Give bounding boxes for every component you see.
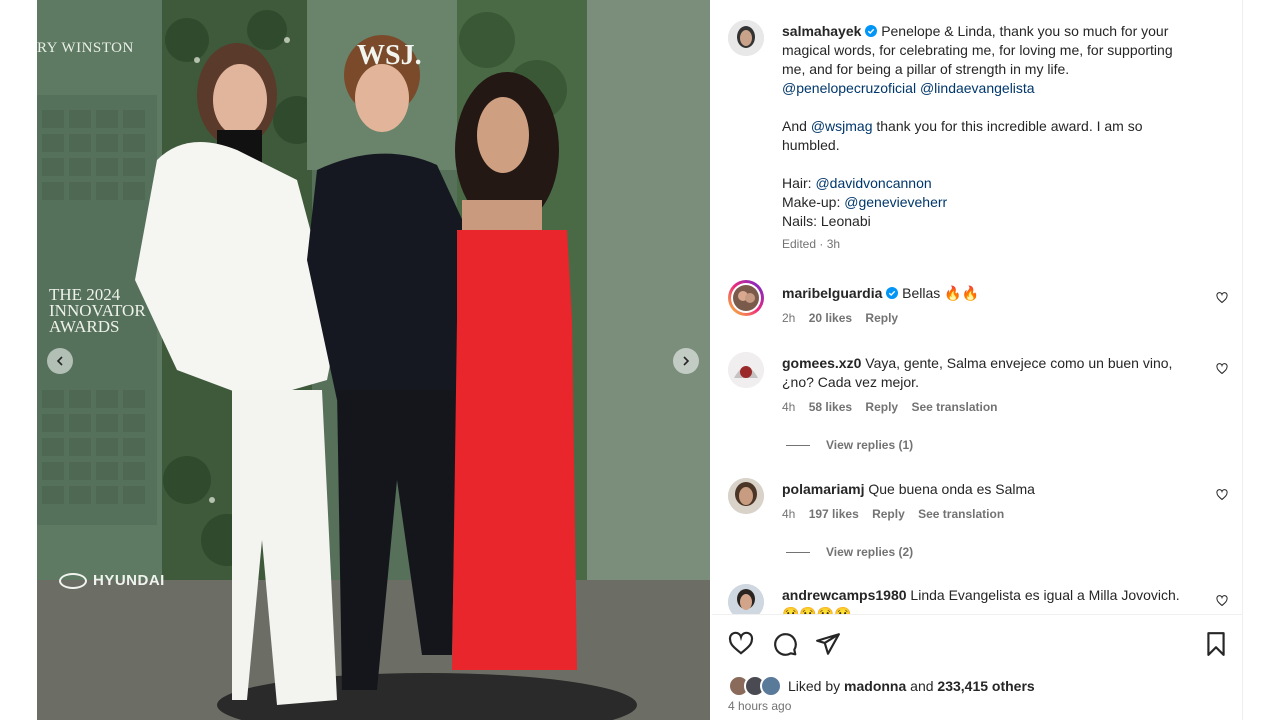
mention-penelope[interactable]: @penelopecruzoficial: [782, 80, 916, 96]
caption-line-2: magical words, for celebrating me, for l…: [782, 42, 1173, 58]
makeup-label: Make-up:: [782, 194, 841, 210]
liker-avatars: [728, 675, 782, 697]
comment-time: 2h: [782, 311, 796, 325]
photo-wsj: WSJ.: [357, 40, 422, 71]
comment-avatar[interactable]: [728, 478, 764, 514]
post-actions-bar: Liked by madonna and 233,415 others 4 ho…: [712, 614, 1242, 721]
comment-username[interactable]: maribelguardia: [782, 285, 882, 301]
liked-by-user[interactable]: madonna: [844, 678, 906, 694]
comment-meta: 4h 197 likes Reply See translation: [782, 507, 1014, 521]
mention-wsjmag[interactable]: @wsjmag: [811, 118, 873, 134]
caption-line-1: Penelope & Linda, thank you so much for …: [881, 23, 1169, 39]
comment-likes[interactable]: 197 likes: [809, 507, 859, 521]
mention-hair[interactable]: @davidvoncannon: [815, 175, 931, 191]
author-avatar[interactable]: [728, 20, 764, 56]
like-heart-icon[interactable]: [728, 631, 754, 657]
likes-count[interactable]: 233,415 others: [937, 678, 1034, 694]
thanks-line-2: humbled.: [782, 137, 840, 153]
comment-text-line-2: ¿no? Cada vez mejor.: [782, 374, 919, 390]
comment-row: gomees.xz0 Vaya, gente, Salma envejece c…: [782, 354, 1202, 392]
comment-text: Que buena onda es Salma: [868, 481, 1035, 497]
comment-avatar[interactable]: [728, 584, 764, 614]
edited-timestamp: Edited · 3h: [782, 237, 841, 251]
view-replies-button[interactable]: View replies (2): [786, 545, 913, 559]
share-send-icon[interactable]: [815, 631, 841, 657]
sponsor-text: HYUNDAI: [93, 572, 165, 589]
comment-text: Linda Evangelista es igual a Milla Jovov…: [910, 587, 1180, 603]
comment-username[interactable]: polamariamj: [782, 481, 864, 497]
panel-right-border: [1242, 0, 1243, 720]
event-photo-illustration: [37, 0, 710, 720]
comment-like-icon[interactable]: [1216, 363, 1228, 375]
post-photo: RY WINSTON THE 2024 INNOVATOR AWARDS HYU…: [37, 0, 710, 720]
comment-avatar[interactable]: [728, 352, 764, 388]
comment-meta: 2h 20 likes Reply: [782, 311, 908, 325]
comment-row: andrewcamps1980 Linda Evangelista es igu…: [782, 586, 1212, 614]
reply-button[interactable]: Reply: [865, 400, 898, 414]
comment-username[interactable]: andrewcamps1980: [782, 587, 907, 603]
photo-sponsor: HYUNDAI: [59, 572, 165, 589]
hyundai-logo-icon: [59, 572, 87, 589]
comment-bubble-icon[interactable]: [772, 631, 798, 657]
view-replies-button[interactable]: View replies (1): [786, 438, 913, 452]
comments-scroll[interactable]: salmahayek Penelope & Linda, thank you s…: [712, 0, 1242, 614]
comment-row: polamariamj Que buena onda es Salma: [782, 480, 1202, 499]
see-translation-button[interactable]: See translation: [911, 400, 997, 414]
thanks-line-1: thank you for this incredible award. I a…: [876, 118, 1143, 134]
comment-like-icon[interactable]: [1216, 292, 1228, 304]
verified-badge-icon: [865, 25, 878, 37]
post-caption: salmahayek Penelope & Linda, thank you s…: [782, 22, 1222, 254]
photo-brand-top: RY WINSTON: [37, 40, 134, 56]
see-translation-button[interactable]: See translation: [918, 507, 1004, 521]
view-replies-label: View replies (2): [826, 545, 914, 559]
liker-avatar: [760, 675, 782, 697]
reply-button[interactable]: Reply: [865, 311, 898, 325]
chevron-left-icon: [56, 356, 63, 366]
reply-button[interactable]: Reply: [872, 507, 905, 521]
comment-time: 4h: [782, 400, 796, 414]
next-photo-button[interactable]: [673, 348, 699, 374]
replies-divider: [786, 552, 810, 554]
liked-and: and: [910, 678, 934, 694]
likes-summary[interactable]: Liked by madonna and 233,415 others: [728, 675, 1035, 697]
mention-makeup[interactable]: @genevieveherr: [844, 194, 947, 210]
comment-text: Vaya, gente, Salma envejece como un buen…: [865, 355, 1173, 371]
photo-awards: THE 2024 INNOVATOR AWARDS: [49, 286, 146, 336]
previous-photo-button[interactable]: [47, 348, 73, 374]
comment-username[interactable]: gomees.xz0: [782, 355, 861, 371]
comment-likes[interactable]: 20 likes: [809, 311, 852, 325]
awards-line-3: AWARDS: [49, 317, 120, 336]
replies-divider: [786, 445, 810, 447]
hair-label: Hair:: [782, 175, 812, 191]
nails-credit: Nails: Leonabi: [782, 213, 871, 229]
liked-by-label: Liked by: [788, 678, 841, 694]
view-replies-label: View replies (1): [826, 438, 914, 452]
comment-text: Bellas 🔥🔥: [902, 285, 980, 301]
comment-likes[interactable]: 58 likes: [809, 400, 852, 414]
comment-meta: 4h 58 likes Reply See translation: [782, 400, 1007, 414]
comment-time: 4h: [782, 507, 796, 521]
verified-badge-icon: [886, 287, 899, 299]
comment-avatar[interactable]: [728, 280, 764, 316]
mention-linda[interactable]: @lindaevangelista: [920, 80, 1035, 96]
comment-text-line-2: 😢😢😢😢: [782, 606, 852, 614]
and-prefix: And: [782, 118, 807, 134]
comment-like-icon[interactable]: [1216, 489, 1228, 501]
caption-line-3: me, and for being a pillar of strength i…: [782, 61, 1070, 77]
post-timestamp: 4 hours ago: [728, 699, 792, 713]
chevron-right-icon: [683, 356, 690, 366]
author-username[interactable]: salmahayek: [782, 23, 861, 39]
save-bookmark-icon[interactable]: [1203, 631, 1229, 657]
comments-panel: salmahayek Penelope & Linda, thank you s…: [712, 0, 1242, 720]
comment-row: maribelguardia Bellas 🔥🔥: [782, 284, 1202, 303]
comment-like-icon[interactable]: [1216, 595, 1228, 607]
